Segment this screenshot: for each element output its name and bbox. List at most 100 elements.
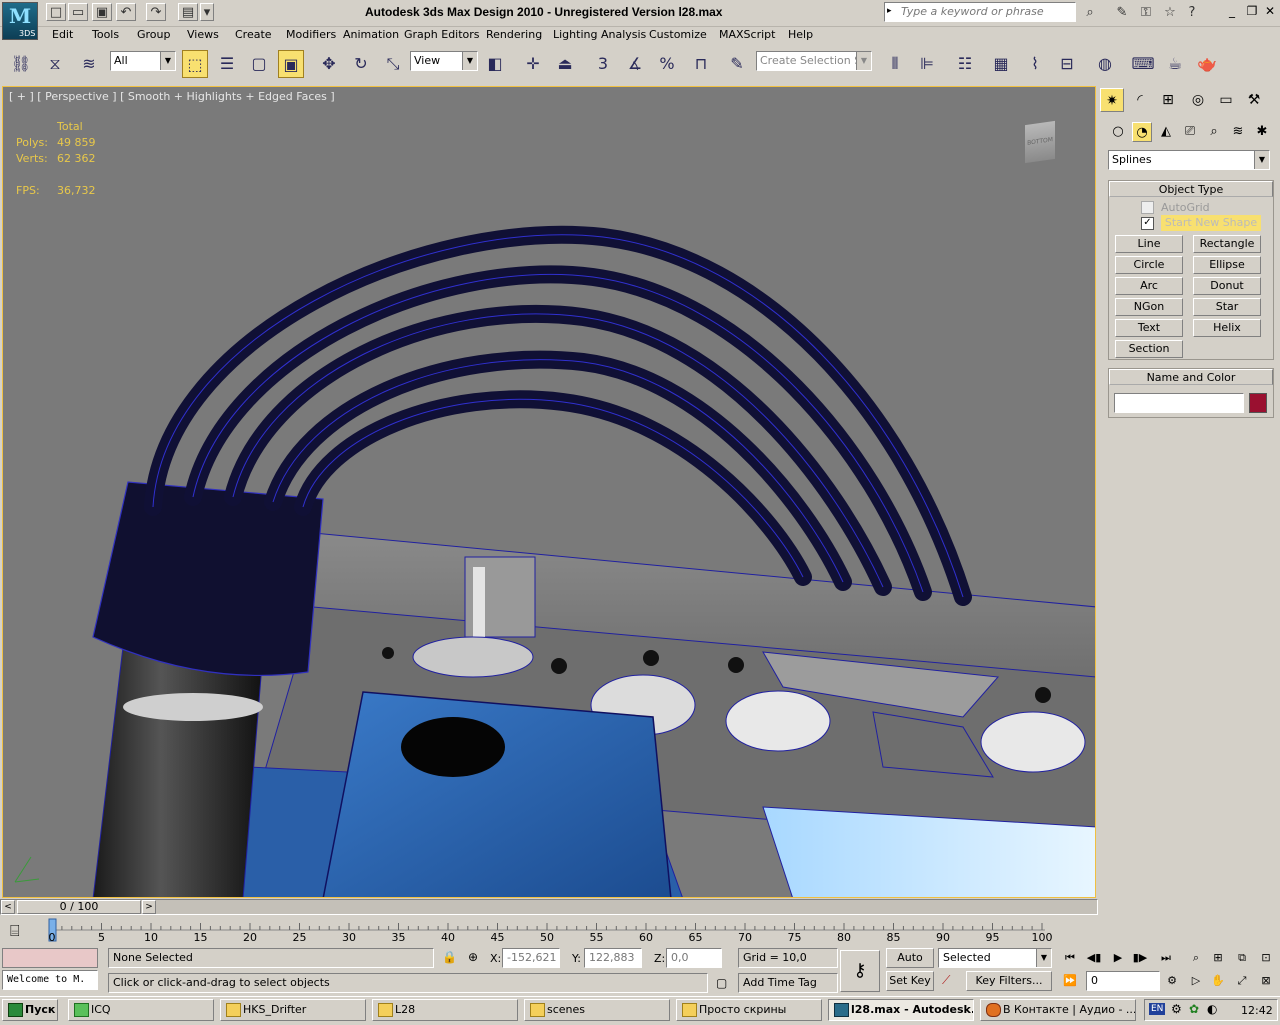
perspective-viewport[interactable]: [ + ] [ Perspective ] [ Smooth + Highlig… xyxy=(2,86,1096,898)
spinner-snap-icon[interactable]: ⊓ xyxy=(688,50,714,78)
pan-icon[interactable]: ✋ xyxy=(1208,971,1228,991)
previous-frame-icon[interactable]: < xyxy=(1,900,15,914)
undo-icon[interactable]: ↶ xyxy=(116,3,136,21)
absolute-mode-icon[interactable]: ⊕ xyxy=(468,950,478,964)
open-file-icon[interactable]: ▭ xyxy=(68,3,88,21)
align-icon[interactable]: ⊫ xyxy=(914,50,940,78)
communication-center-icon[interactable]: ✎ xyxy=(1112,3,1132,23)
app-menu-button[interactable]: M 3DS xyxy=(2,2,38,40)
menu-rendering[interactable]: Rendering xyxy=(486,28,542,41)
key-mode-dropdown[interactable]: Selected ▼ xyxy=(938,948,1052,968)
utilities-tab-icon[interactable]: ⚒ xyxy=(1242,88,1266,112)
new-file-icon[interactable]: □ xyxy=(46,3,66,21)
zoom-icon[interactable]: ⌕ xyxy=(1186,948,1206,968)
hierarchy-tab-icon[interactable]: ⊞ xyxy=(1156,88,1180,112)
task-screenshots[interactable]: Просто скрины xyxy=(676,999,822,1021)
edit-named-selection-icon[interactable]: ✎ xyxy=(724,50,750,78)
donut-button[interactable]: Donut xyxy=(1193,277,1261,295)
text-button[interactable]: Text xyxy=(1115,319,1183,337)
go-to-end-icon[interactable]: ⏭ xyxy=(1156,948,1176,968)
track-bar[interactable]: ⌸ 0 5 10 15 20 25 30 35 40 45 50 55 60 65 70 75 80 85 90 95… xyxy=(0,917,1098,947)
mirror-icon[interactable]: ⫴ xyxy=(882,50,908,78)
rectangle-button[interactable]: Rectangle xyxy=(1193,235,1261,253)
project-folder-icon[interactable]: ▤ xyxy=(178,3,198,21)
circle-button[interactable]: Circle xyxy=(1115,256,1183,274)
ngon-button[interactable]: NGon xyxy=(1115,298,1183,316)
x-coordinate-input[interactable]: -152,621 xyxy=(502,948,560,968)
go-to-start-icon[interactable]: ⏮ xyxy=(1060,948,1080,968)
keyboard-shortcut-override-icon[interactable]: ⏏ xyxy=(552,50,578,78)
arc-button[interactable]: Arc xyxy=(1115,277,1183,295)
helix-button[interactable]: Helix xyxy=(1193,319,1261,337)
named-selection-set-input[interactable]: Create Selection Se ▼ xyxy=(756,51,872,71)
menu-views[interactable]: Views xyxy=(187,28,219,41)
lights-icon[interactable]: ◭ xyxy=(1156,122,1176,142)
task-scenes[interactable]: scenes xyxy=(524,999,670,1021)
systems-icon[interactable]: ✱ xyxy=(1252,122,1272,142)
cameras-icon[interactable]: ⎚ xyxy=(1180,122,1200,142)
name-and-color-header[interactable]: Name and Color xyxy=(1109,369,1273,385)
previous-key-icon[interactable]: ◀▮ xyxy=(1084,948,1104,968)
language-indicator[interactable]: EN xyxy=(1149,1003,1166,1015)
current-frame-input[interactable]: 0 xyxy=(1086,971,1160,991)
next-key-icon[interactable]: ▮▶ xyxy=(1130,948,1150,968)
modify-tab-icon[interactable]: ◜ xyxy=(1128,88,1152,112)
menu-create[interactable]: Create xyxy=(235,28,272,41)
z-coordinate-input[interactable]: 0,0 xyxy=(666,948,722,968)
percent-snap-icon[interactable]: % xyxy=(654,50,680,78)
field-of-view-icon[interactable]: ⤢ xyxy=(1232,971,1252,991)
selection-filter-dropdown[interactable]: All ▼ xyxy=(110,51,176,71)
favorites-icon[interactable]: ☆ xyxy=(1160,3,1180,23)
time-slider[interactable]: < 0 / 100 > xyxy=(0,899,1098,915)
add-time-tag-button[interactable]: Add Time Tag xyxy=(738,973,838,993)
zoom-extents-icon[interactable]: ⧉ xyxy=(1232,948,1252,968)
save-icon[interactable]: ▣ xyxy=(92,3,112,21)
play-icon[interactable]: ▶ xyxy=(1108,948,1128,968)
curve-editor-icon[interactable]: ⌇ xyxy=(1022,50,1048,78)
move-icon[interactable]: ✥ xyxy=(316,50,342,78)
create-tab-icon[interactable]: ✷ xyxy=(1100,88,1124,112)
motion-tab-icon[interactable]: ◎ xyxy=(1186,88,1210,112)
select-and-link-icon[interactable]: ⛓ xyxy=(8,50,34,78)
help-icon[interactable]: ? xyxy=(1182,3,1202,23)
auto-key-button[interactable]: Auto Key xyxy=(886,948,934,982)
orbit-icon[interactable]: ▷ xyxy=(1186,971,1206,991)
start-new-shape-checkbox[interactable]: ✓ xyxy=(1141,217,1154,230)
close-icon[interactable]: ✕ xyxy=(1262,4,1278,20)
set-key-button[interactable]: Set Key xyxy=(886,971,934,991)
angle-snap-icon[interactable]: ∡ xyxy=(622,50,648,78)
rendered-frame-window-icon[interactable]: ☕ xyxy=(1162,50,1188,78)
redo-icon[interactable]: ↷ xyxy=(146,3,166,21)
menu-animation[interactable]: Animation xyxy=(343,28,399,41)
graphite-modeling-icon[interactable]: ▦ xyxy=(988,50,1014,78)
search-arrow-icon[interactable]: ▸ xyxy=(887,6,892,16)
menu-lighting-analysis[interactable]: Lighting Analysis xyxy=(553,28,646,41)
search-input[interactable]: Type a keyword or phrase xyxy=(884,2,1076,22)
star-button[interactable]: Star xyxy=(1193,298,1261,316)
task-l28[interactable]: L28 xyxy=(372,999,518,1021)
minimize-icon[interactable]: _ xyxy=(1224,4,1240,20)
window-crossing-icon[interactable]: ▣ xyxy=(278,50,304,78)
menu-customize[interactable]: Customize xyxy=(649,28,707,41)
time-configuration-icon[interactable]: ⚙ xyxy=(1162,971,1182,991)
menu-edit[interactable]: Edit xyxy=(52,28,73,41)
render-setup-icon[interactable]: ⌨ xyxy=(1130,50,1156,78)
space-warps-icon[interactable]: ≋ xyxy=(1228,122,1248,142)
listener-macro-recorder[interactable] xyxy=(2,948,98,968)
schematic-view-icon[interactable]: ⊟ xyxy=(1054,50,1080,78)
tray-network-icon[interactable]: ⚙ xyxy=(1171,1002,1182,1016)
zoom-extents-all-icon[interactable]: ⊡ xyxy=(1256,948,1276,968)
bind-space-warp-icon[interactable]: ≋ xyxy=(76,50,102,78)
menu-maxscript[interactable]: MAXScript xyxy=(719,28,775,41)
key-mode-toggle-icon[interactable]: ⏩ xyxy=(1060,971,1080,991)
maxscript-listener[interactable]: Welcome to M. xyxy=(2,970,98,990)
quick-access-dropdown-icon[interactable]: ▾ xyxy=(200,3,214,21)
task-3ds-max[interactable]: l28.max - Autodesk... xyxy=(828,999,974,1021)
set-key-icon[interactable]: ⚷ xyxy=(840,950,880,992)
menu-modifiers[interactable]: Modifiers xyxy=(286,28,336,41)
task-hks-drifter[interactable]: HKS_Drifter xyxy=(220,999,366,1021)
material-editor-icon[interactable]: ◍ xyxy=(1092,50,1118,78)
viewport-label-menu[interactable]: [ + ] [ Perspective ] [ Smooth + Highlig… xyxy=(9,90,335,103)
y-coordinate-input[interactable]: 122,883 xyxy=(584,948,642,968)
start-button[interactable]: Пуск xyxy=(2,999,58,1021)
